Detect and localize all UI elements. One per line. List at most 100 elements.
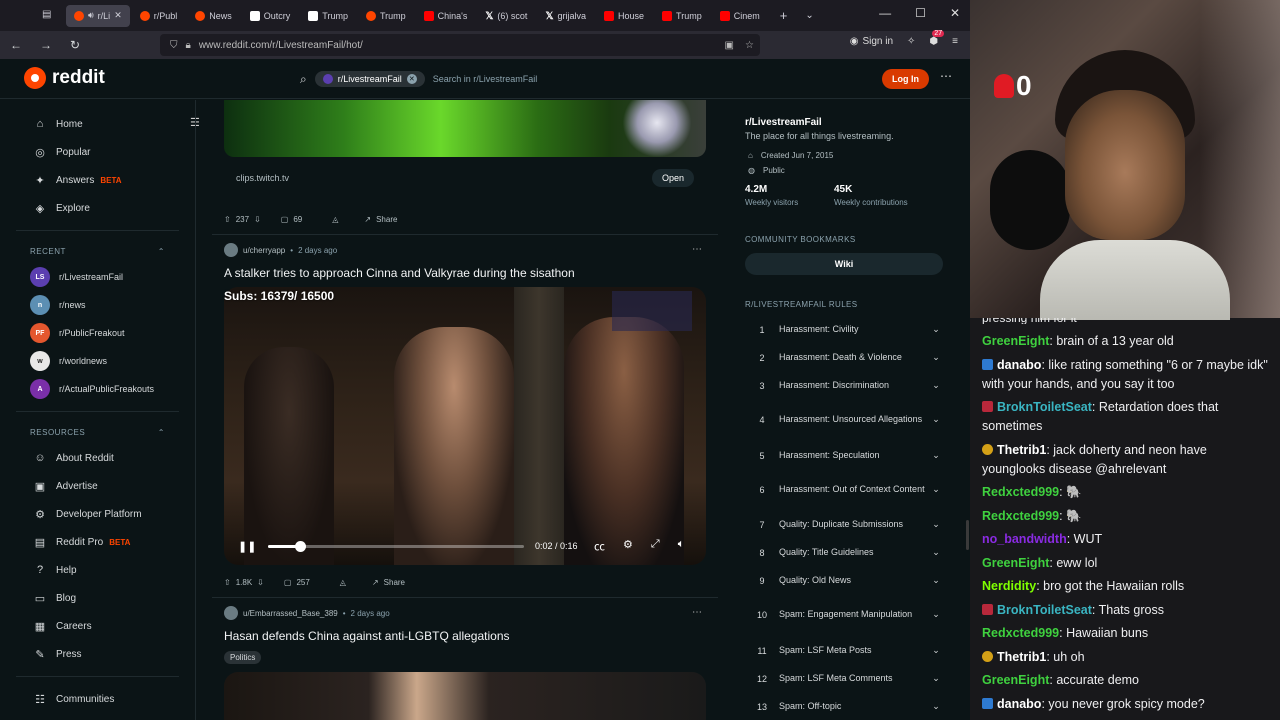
fullscreen-icon[interactable]: ⤢ [651, 538, 660, 554]
browser-tab[interactable]: 𝕏grijalva [537, 5, 594, 27]
chevron-down-icon[interactable]: ⌄ [929, 450, 943, 461]
sidebar-item-resource[interactable]: ☺ About Reddit [0, 444, 195, 472]
video-progress[interactable] [268, 541, 524, 552]
tab-list-icon[interactable]: ▤ [42, 9, 51, 20]
menu-icon[interactable]: ≡ [952, 36, 958, 47]
forward-icon[interactable]: → [40, 38, 52, 52]
wiki-button[interactable]: Wiki [745, 253, 943, 275]
post-media[interactable] [224, 672, 706, 720]
rule-item[interactable]: 10 Spam: Engagement Manipulation ⌄ [745, 608, 943, 621]
pause-icon[interactable]: ❚❚ [238, 540, 256, 553]
chevron-down-icon[interactable]: ⌄ [929, 673, 943, 684]
sidebar-item-communities[interactable]: ☷ Communities [0, 685, 195, 713]
sidebar-item-resource[interactable]: ▤ Reddit Pro BETA [0, 528, 195, 556]
reddit-logo[interactable]: reddit [24, 67, 105, 89]
recent-subreddit-item[interactable]: PF r/PublicFreakout [0, 319, 195, 347]
clear-chip-icon[interactable]: ✕ [406, 74, 417, 84]
post-options-icon[interactable]: ⋯ [692, 607, 702, 618]
chevron-down-icon[interactable]: ⌄ [929, 484, 943, 495]
resources-section-header[interactable]: RESOURCES ⌃ [0, 420, 195, 444]
downvote-icon[interactable]: ⇩ [257, 578, 264, 587]
chat-username[interactable]: BroknToiletSeat [997, 400, 1092, 414]
captions-icon[interactable]: ㏄ [594, 538, 605, 554]
post-thumbnail[interactable] [224, 100, 706, 157]
sidebar-item-explore[interactable]: ◈ Explore [0, 194, 195, 222]
rule-item[interactable]: 7 Quality: Duplicate Submissions ⌄ [745, 518, 943, 531]
share-button[interactable]: ↗ Share [364, 215, 397, 224]
sidebar-item-resource[interactable]: ▣ Advertise [0, 472, 195, 500]
sign-in-button[interactable]: ◉ Sign in [850, 36, 893, 47]
chevron-down-icon[interactable]: ⌄ [929, 414, 943, 425]
browser-tab[interactable]: China's [416, 5, 476, 27]
reload-icon[interactable]: ↻ [70, 38, 80, 52]
chat-username[interactable]: Thetrib1 [997, 650, 1046, 664]
volume-icon[interactable]: 🔈︎ [678, 538, 685, 554]
browser-tab[interactable]: Outcry [242, 5, 299, 27]
mute-icon[interactable]: 🔊︎ [88, 10, 94, 21]
tracking-shield-icon[interactable]: ⛉ [170, 40, 178, 51]
browser-tab[interactable]: r/Publ [132, 5, 186, 27]
recent-subreddit-item[interactable]: n r/news [0, 291, 195, 319]
recent-subreddit-item[interactable]: Ar/ActualPublicFreakouts [0, 375, 195, 403]
browser-tab[interactable]: News [187, 5, 240, 27]
sidebar-item-resource[interactable]: ▦ Careers [0, 612, 195, 640]
post-options-icon[interactable]: ⋯ [692, 244, 702, 255]
award-icon[interactable]: ◬ [332, 215, 338, 224]
rule-item[interactable]: 1 Harassment: Civility ⌄ [745, 323, 943, 336]
sidebar-item-answers[interactable]: ✦ Answers BETA [0, 166, 195, 194]
chat-username[interactable]: no_bandwidth [982, 532, 1067, 546]
avatar[interactable] [224, 243, 238, 257]
browser-tab[interactable]: House [596, 5, 652, 27]
maximize-icon[interactable]: ☐ [915, 6, 926, 20]
upvote-icon[interactable]: ⇧ [224, 578, 231, 587]
subreddit-chip[interactable]: r/LivestreamFail ✕ [314, 71, 425, 87]
chevron-down-icon[interactable]: ⌄ [929, 324, 943, 335]
chevron-down-icon[interactable]: ⌄ [929, 547, 943, 558]
rule-item[interactable]: 6 Harassment: Out of Context Content ⌄ [745, 483, 943, 496]
rule-item[interactable]: 8 Quality: Title Guidelines ⌄ [745, 546, 943, 559]
chevron-down-icon[interactable]: ⌄ [929, 380, 943, 391]
rule-item[interactable]: 2 Harassment: Death & Violence ⌄ [745, 351, 943, 364]
url-bar[interactable]: ⛉ 🔒︎ www.reddit.com/r/LivestreamFail/hot… [160, 34, 760, 56]
chat-username[interactable]: Thetrib1 [997, 443, 1046, 457]
rule-item[interactable]: 3 Harassment: Discrimination ⌄ [745, 379, 943, 392]
browser-tab[interactable]: 𝕏 (6) scot [477, 5, 535, 27]
chat-username[interactable]: danabo [997, 697, 1041, 711]
upvote-icon[interactable]: ⇧ [224, 215, 231, 224]
award-icon[interactable]: ◬ [340, 578, 346, 587]
chevron-down-icon[interactable]: ⌄ [929, 575, 943, 586]
chat-username[interactable]: GreenEight [982, 556, 1049, 570]
post-flair[interactable]: Politics [224, 651, 262, 664]
search-input[interactable]: Search in r/LivestreamFail [433, 74, 538, 84]
bookmark-star-icon[interactable]: ☆ [745, 40, 754, 51]
browser-tab[interactable]: Cinem [712, 5, 768, 27]
recent-subreddit-item[interactable]: LS r/LivestreamFail [0, 263, 195, 291]
sidebar-item-resource[interactable]: ? Help [0, 556, 195, 584]
post-author[interactable]: u/cherryapp [243, 246, 285, 255]
new-tab-icon[interactable]: + [780, 8, 788, 23]
browser-tab[interactable]: 🔊︎ r/Li ✕ [66, 4, 130, 27]
chevron-down-icon[interactable]: ⌄ [929, 645, 943, 656]
rule-item[interactable]: 13 Spam: Off-topic ⌄ [745, 700, 943, 713]
chat-username[interactable]: BroknToiletSeat [997, 603, 1092, 617]
chat-username[interactable]: danabo [997, 358, 1041, 372]
share-button[interactable]: ↗ Share [372, 578, 405, 587]
reader-view-icon[interactable]: ▣ [725, 40, 734, 51]
close-tab-icon[interactable]: ✕ [114, 10, 122, 21]
sidebar-item-popular[interactable]: ◎ Popular [0, 138, 195, 166]
search-bar[interactable]: ⌕ r/LivestreamFail ✕ Search in r/Livestr… [300, 67, 680, 91]
rule-item[interactable]: 4 Harassment: Unsourced Allegations ⌄ [745, 413, 943, 426]
post-author[interactable]: u/Embarrassed_Base_389 [243, 609, 338, 618]
rule-item[interactable]: 5 Harassment: Speculation ⌄ [745, 449, 943, 462]
lock-icon[interactable]: 🔒︎ [186, 40, 191, 51]
chevron-down-icon[interactable]: ⌄ [929, 519, 943, 530]
close-window-icon[interactable]: ✕ [950, 6, 960, 20]
browser-tab[interactable]: Trump [654, 5, 710, 27]
link-preview[interactable]: clips.twitch.tv Open [224, 164, 706, 192]
browser-tab[interactable]: Trump [300, 5, 356, 27]
more-options-icon[interactable]: ⋯ [940, 69, 952, 83]
avatar[interactable] [224, 606, 238, 620]
login-button[interactable]: Log In [882, 69, 929, 89]
extensions-icon[interactable]: ✧ [907, 36, 915, 47]
tab-overflow-icon[interactable]: ⌄ [805, 10, 813, 21]
